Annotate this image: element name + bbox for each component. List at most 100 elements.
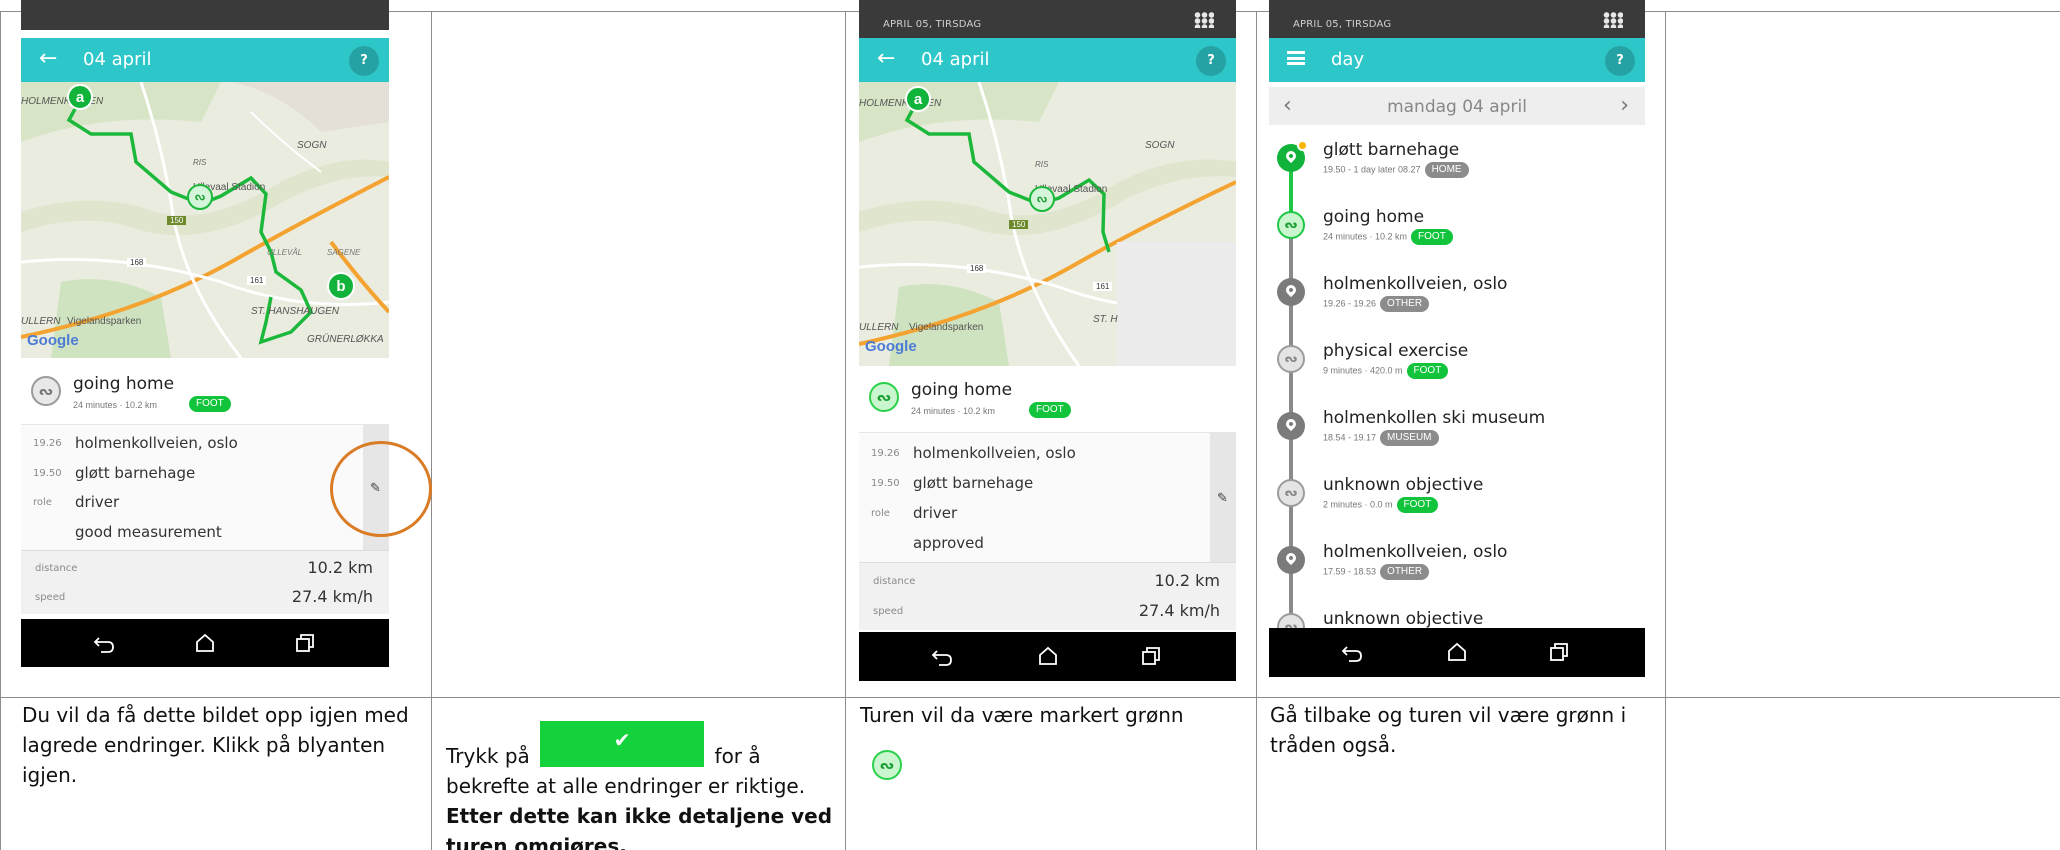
back-icon[interactable] [931, 645, 955, 667]
map-label: Vigelandsparken [67, 316, 142, 327]
caption-text: Du vil da få dette bildet opp igjen med … [22, 703, 409, 787]
caption-cell-4: Gå tilbake og turen vil være grønn i trå… [1270, 700, 1650, 760]
next-day-button[interactable]: › [1620, 93, 1629, 118]
stat-row: distance 10.2 km [873, 571, 1220, 590]
timeline-item-title[interactable]: holmenkollen ski museum [1323, 408, 1545, 428]
confirm-button[interactable]: ✔ [540, 721, 705, 767]
trip-map[interactable]: HOLMENKOLLEN SOGN RIS Ullevaal Stadion V… [859, 82, 1236, 366]
place-marker-icon [1277, 412, 1305, 440]
status-date: APRIL 05, TIRSDAG [883, 19, 982, 30]
help-button[interactable]: ? [1605, 46, 1635, 76]
trip-stats: distance 10.2 km speed 27.4 km/h [859, 562, 1236, 630]
trip-title: going home [911, 380, 1013, 400]
caption-text: Gå tilbake og turen vil være grønn i trå… [1270, 703, 1627, 757]
edit-button[interactable]: ✎ [1210, 433, 1236, 562]
category-badge: FOOT [1396, 497, 1439, 513]
apps-grid-icon[interactable] [1194, 12, 1214, 28]
table-column-border [431, 11, 432, 850]
home-icon[interactable] [193, 632, 217, 654]
help-button[interactable]: ? [349, 46, 379, 76]
trip-map[interactable]: HOLMENKOLLEN SOGN RIS Ullevaal Stadion U… [21, 82, 389, 358]
caption-cell-2: Trykk på ✔ for å bekrefte at alle endrin… [446, 721, 836, 850]
map-label: ULLEVÅL [267, 248, 303, 257]
road-number: 161 [247, 276, 267, 285]
walk-icon: ᔓ [1277, 345, 1305, 373]
stat-row: speed 27.4 km/h [873, 601, 1220, 620]
help-button[interactable]: ? [1196, 46, 1226, 76]
caption-text: Trykk på [446, 744, 530, 768]
date-label: mandag 04 april [1387, 97, 1527, 117]
android-nav-bar [859, 632, 1236, 681]
app-bar: ← 04 april ? [859, 38, 1236, 82]
back-icon[interactable] [1341, 641, 1365, 663]
category-badge: OTHER [1380, 564, 1430, 580]
date-navigator: ‹ mandag 04 april › [1269, 87, 1645, 125]
google-logo: Google [27, 332, 79, 349]
table-column-border [1665, 11, 1666, 850]
category-badge: OTHER [1380, 296, 1430, 312]
recents-icon[interactable] [293, 632, 317, 654]
back-arrow-icon[interactable]: ← [39, 46, 57, 72]
mode-badge: FOOT [189, 396, 231, 412]
map-label: SOGN [1145, 140, 1175, 151]
apps-grid-icon[interactable] [1603, 12, 1623, 28]
home-icon[interactable] [1445, 641, 1469, 663]
timeline-item-meta: 19.26 - 19.26 OTHER [1323, 296, 1430, 312]
timeline-item-title[interactable]: holmenkollveien, oslo [1323, 542, 1507, 562]
category-badge: FOOT [1406, 363, 1449, 379]
trip-header: ᔓ going home 24 minutes · 10.2 km FOOT [21, 366, 389, 418]
map-label: RIS [193, 158, 207, 167]
back-arrow-icon[interactable]: ← [877, 46, 895, 72]
recents-icon[interactable] [1139, 645, 1163, 667]
status-date: APRIL 05, TIRSDAG [1293, 19, 1392, 30]
timeline-item-title[interactable]: unknown objective [1323, 475, 1483, 495]
trip-title: going home [73, 374, 175, 394]
menu-icon[interactable] [1287, 51, 1305, 65]
pencil-icon[interactable]: ✎ [1217, 490, 1228, 506]
road-number: 150 [167, 216, 187, 225]
timeline-item-meta: 9 minutes · 420.0 m FOOT [1323, 363, 1449, 379]
walk-icon: ᔓ [1277, 479, 1305, 507]
stat-row: distance 10.2 km [35, 558, 373, 577]
timeline-item-meta: 24 minutes · 10.2 km FOOT [1323, 229, 1453, 245]
walk-icon: ᔓ [1277, 211, 1305, 239]
timeline-item-title[interactable]: physical exercise [1323, 341, 1468, 361]
map-label: RIS [1035, 160, 1049, 169]
map-label: ST. HANSHAUGEN [251, 306, 339, 317]
map-label: Vigelandsparken [909, 322, 984, 333]
walk-icon: ᔓ [1029, 186, 1055, 212]
mode-badge: FOOT [1029, 402, 1071, 418]
page-title: day [1331, 49, 1365, 70]
walk-icon: ᔓ [872, 750, 902, 780]
walk-icon: ᔓ [187, 184, 213, 210]
google-logo: Google [865, 338, 917, 355]
timeline-item-meta: 2 minutes · 0.0 m FOOT [1323, 497, 1439, 513]
marker-start[interactable]: a [905, 86, 931, 112]
timeline-item-title[interactable]: holmenkollveien, oslo [1323, 274, 1507, 294]
highlight-circle [330, 441, 432, 537]
status-bar: APRIL 05, TIRSDAG [859, 0, 1236, 40]
notification-badge [1297, 140, 1308, 151]
phone-screen-trip-edit: ← 04 april ? HOLMENKOLLEN SOGN RIS Ullev… [21, 0, 389, 667]
timeline-item-meta: 18.54 - 19.17 MUSEUM [1323, 430, 1439, 446]
caption-cell-3: Turen vil da være markert grønn ᔓ [860, 700, 1240, 780]
map-label: ULLERN [21, 316, 61, 327]
road-number: 150 [1009, 220, 1029, 229]
table-column-border [0, 11, 1, 850]
recents-icon[interactable] [1547, 641, 1571, 663]
marker-start[interactable]: a [67, 84, 93, 110]
back-icon[interactable] [93, 632, 117, 654]
marker-end[interactable]: b [327, 272, 355, 300]
timeline-item-title[interactable]: unknown objective [1323, 609, 1483, 629]
place-marker-icon [1277, 140, 1308, 172]
category-badge: FOOT [1411, 229, 1453, 245]
timeline-item-title[interactable]: gløtt barnehage [1323, 140, 1459, 160]
caption-warning: Etter dette kan ikke detaljene ved turen… [446, 804, 833, 850]
place-marker-icon [1277, 546, 1305, 574]
caption-cell-1: Du vil da få dette bildet opp igjen med … [22, 700, 412, 790]
trip-stats: distance 10.2 km speed 27.4 km/h [21, 550, 389, 614]
home-icon[interactable] [1036, 645, 1060, 667]
stat-row: speed 27.4 km/h [35, 587, 373, 606]
timeline-item-title[interactable]: going home [1323, 207, 1424, 227]
table-column-border [845, 11, 846, 850]
